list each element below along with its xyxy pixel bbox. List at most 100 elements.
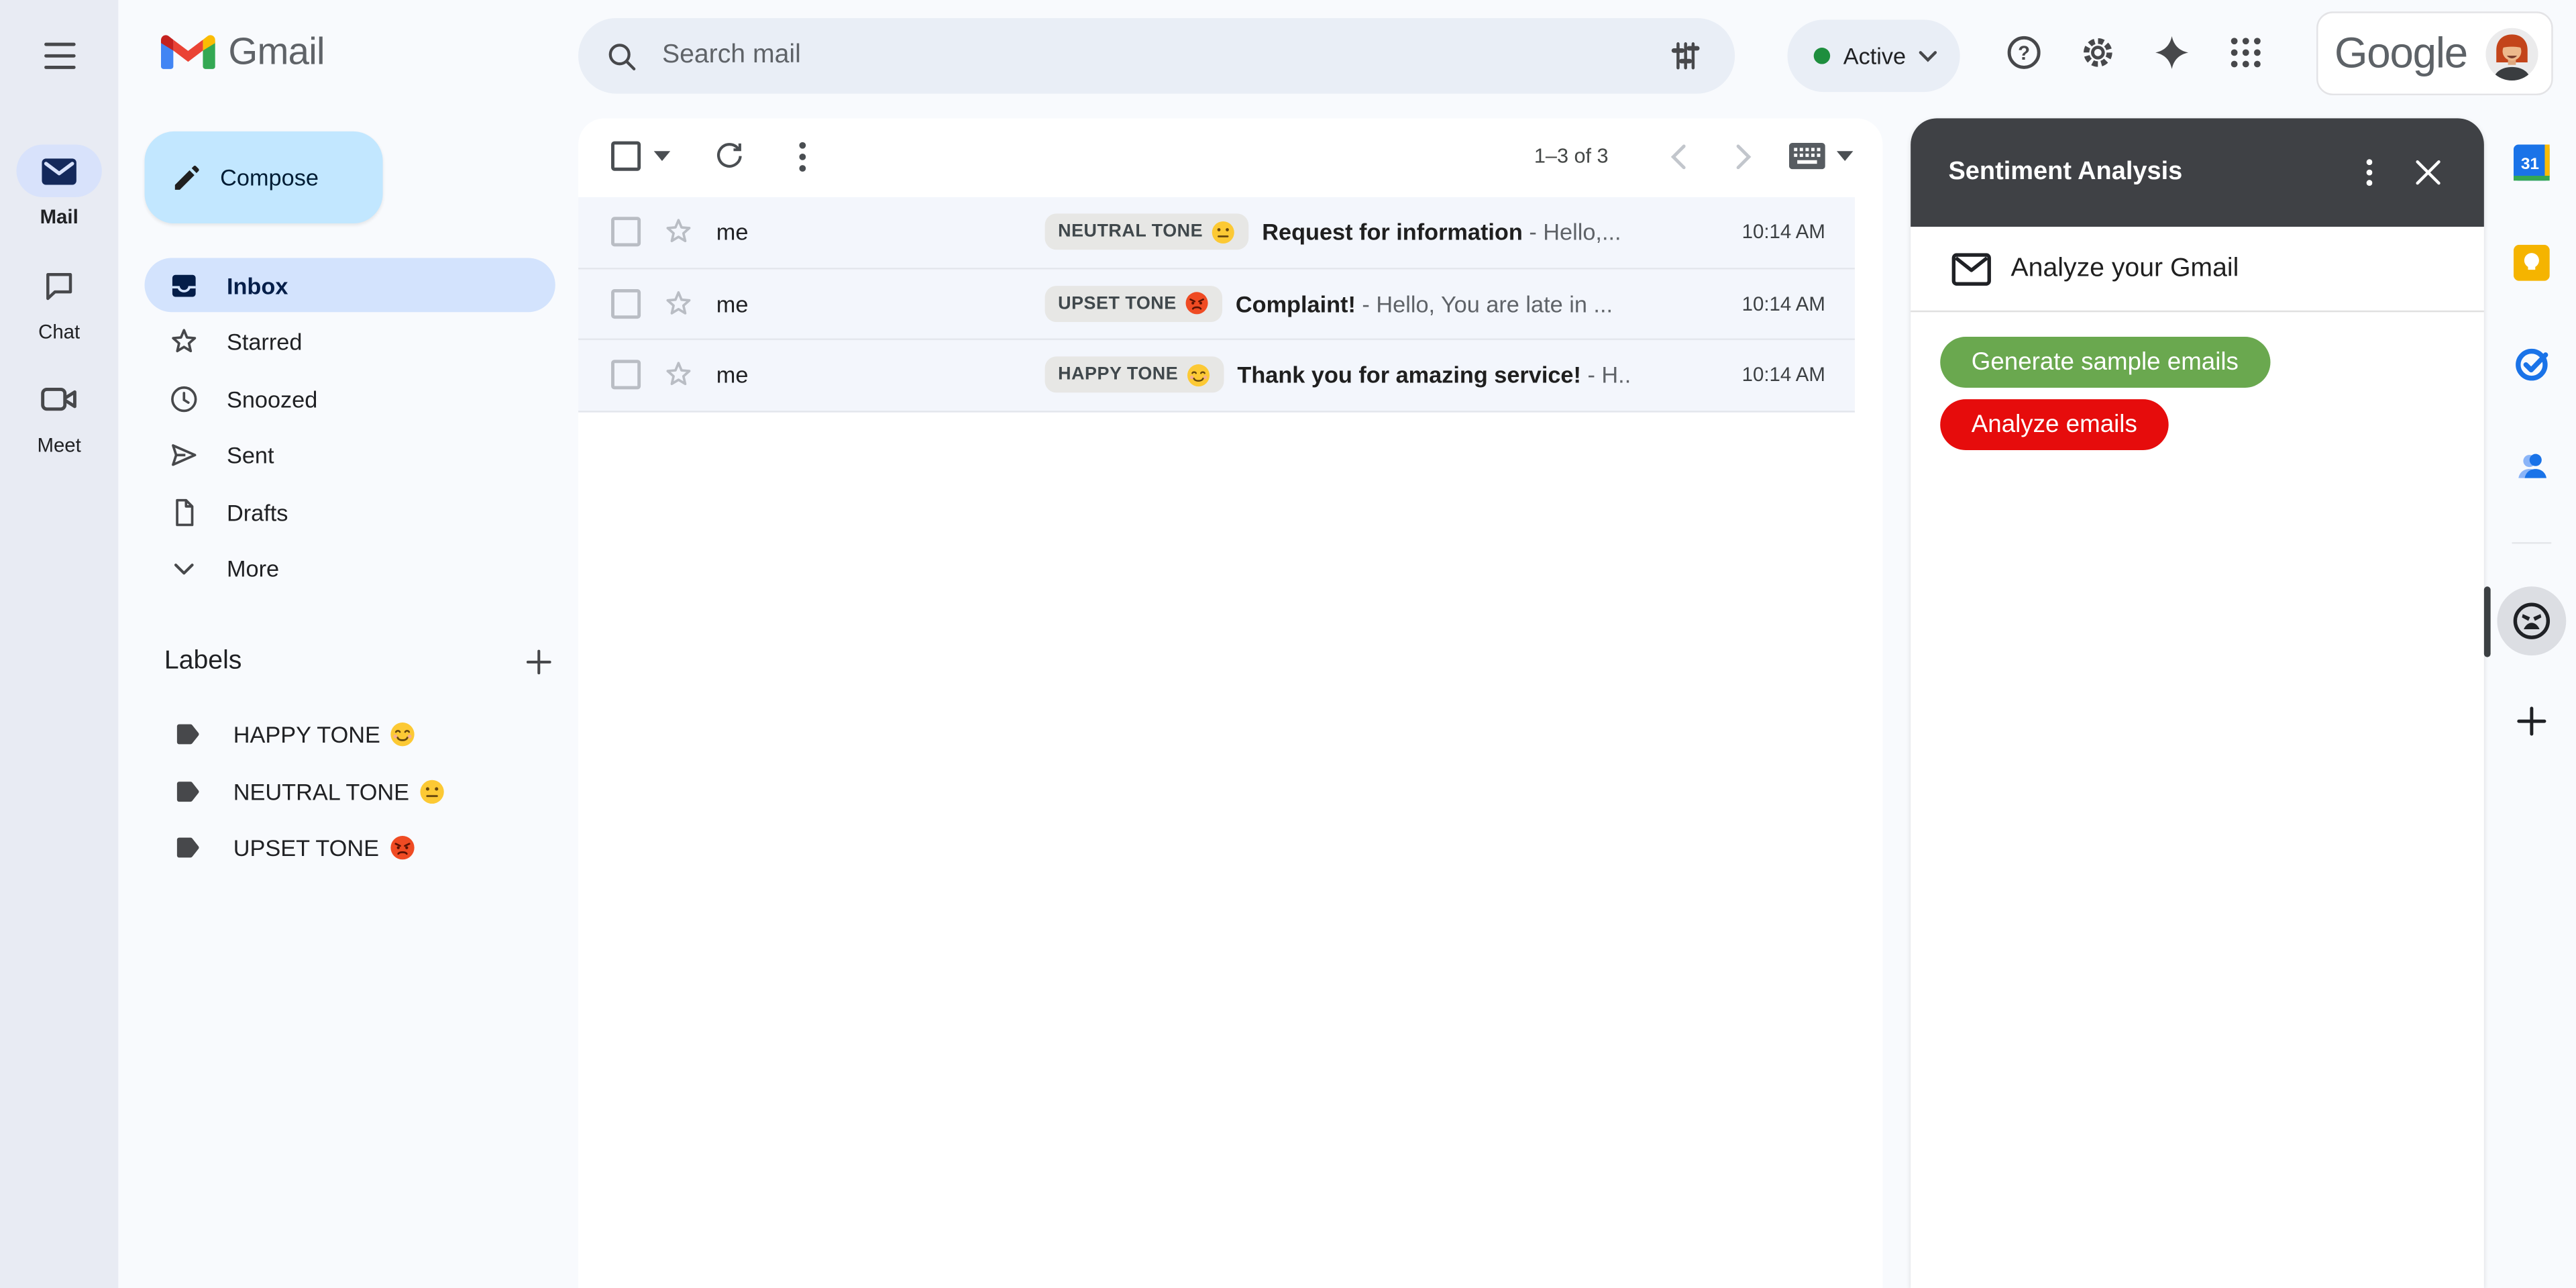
analyze-button-label: Analyze emails xyxy=(1972,410,2137,438)
help-glyph: ? xyxy=(2018,42,2030,64)
gmail-m-icon xyxy=(161,32,215,72)
sentiment-addon-button[interactable] xyxy=(2497,586,2566,655)
upset-face-addon-icon xyxy=(2510,600,2553,643)
status-dot xyxy=(1814,48,1830,64)
calendar-glyph: 31 xyxy=(2521,155,2539,173)
keep-addon-button[interactable] xyxy=(2496,227,2568,299)
generate-sample-emails-button[interactable]: Generate sample emails xyxy=(1940,337,2269,388)
star-icon[interactable] xyxy=(662,358,695,391)
input-tools-button[interactable] xyxy=(1789,143,1854,169)
email-rows: me NEUTRAL TONE Request for information … xyxy=(578,197,1855,412)
compose-button[interactable]: Compose xyxy=(145,131,383,223)
email-snippet: - Hello, You are late in ... xyxy=(1362,290,1613,317)
older-page-button[interactable] xyxy=(1710,123,1776,189)
list-toolbar: 1–3 of 3 xyxy=(578,118,1882,194)
search-options-button[interactable] xyxy=(1653,23,1719,89)
sidebar-label-starred: Starred xyxy=(227,329,302,355)
apps-grid-icon xyxy=(2228,34,2264,70)
gmail-logo[interactable]: Gmail xyxy=(161,30,325,74)
close-icon xyxy=(2415,160,2441,186)
draft-file-icon xyxy=(168,495,201,528)
panel-close-button[interactable] xyxy=(2399,143,2458,202)
email-sender: me xyxy=(716,290,1045,317)
tasks-addon-button[interactable] xyxy=(2496,327,2568,399)
help-button[interactable]: ? xyxy=(1991,19,2057,85)
star-icon[interactable] xyxy=(662,287,695,320)
rail-item-meet[interactable]: Meet xyxy=(0,373,118,457)
label-item-neutral-tone[interactable]: NEUTRAL TONE xyxy=(145,763,555,819)
happy-face-icon xyxy=(1186,363,1211,388)
rail-item-mail[interactable]: Mail xyxy=(0,145,118,229)
contacts-addon-button[interactable] xyxy=(2496,427,2568,500)
email-sender: me xyxy=(716,362,1045,388)
gmail-window: Mail Chat Meet Gmail xyxy=(0,0,2576,1288)
three-dot-vertical-icon xyxy=(2365,158,2373,187)
google-apps-button[interactable] xyxy=(2213,19,2279,85)
rail-item-chat[interactable]: Chat xyxy=(0,260,118,343)
tune-icon xyxy=(1668,38,1704,74)
panel-header: Sentiment Analysis xyxy=(1911,118,2484,227)
plus-icon xyxy=(2514,703,2550,739)
labels-title: Labels xyxy=(164,647,241,677)
more-options-button[interactable] xyxy=(769,123,835,189)
star-icon[interactable] xyxy=(662,215,695,248)
google-account-chip[interactable]: Google xyxy=(2316,11,2553,95)
happy-face-icon xyxy=(390,721,417,747)
sidebar-item-inbox[interactable]: Inbox xyxy=(145,258,555,312)
contacts-icon xyxy=(2513,446,2551,480)
pagination-range: 1–3 of 3 xyxy=(1534,145,1609,168)
sidebar-item-snoozed[interactable]: Snoozed xyxy=(145,371,555,425)
refresh-button[interactable] xyxy=(696,123,762,189)
panel-title: Sentiment Analysis xyxy=(1948,158,2339,187)
topbar-icons: ? xyxy=(1991,19,2279,85)
row-checkbox[interactable] xyxy=(611,217,641,247)
sidebar-label-snoozed: Snoozed xyxy=(227,385,317,411)
sidebar-label-sent: Sent xyxy=(227,442,274,468)
tone-chip-text: HAPPY TONE xyxy=(1058,365,1178,384)
sidebar-item-drafts[interactable]: Drafts xyxy=(145,484,555,539)
email-snippet: - Hello,... xyxy=(1529,219,1621,245)
email-row[interactable]: me UPSET TONE Complaint! - Hello, You ar… xyxy=(578,268,1855,340)
gemini-button[interactable] xyxy=(2139,19,2205,85)
email-row[interactable]: me NEUTRAL TONE Request for information … xyxy=(578,197,1855,269)
label-tag-icon xyxy=(171,831,204,864)
email-snippet: - H.. xyxy=(1587,362,1631,388)
select-all-checkbox[interactable] xyxy=(611,142,641,171)
status-selector[interactable]: Active xyxy=(1787,19,1960,92)
sidebar-item-sent[interactable]: Sent xyxy=(145,428,555,482)
sidebar-item-more[interactable]: More xyxy=(145,541,555,596)
meet-pill xyxy=(16,373,101,425)
avatar[interactable] xyxy=(2485,27,2538,79)
tone-chip: HAPPY TONE xyxy=(1045,357,1224,393)
label-item-upset-tone[interactable]: UPSET TONE xyxy=(145,820,555,875)
keep-icon xyxy=(2514,245,2550,281)
label-text: NEUTRAL TONE xyxy=(233,778,409,804)
status-label: Active xyxy=(1843,43,1906,69)
sidebar-label-drafts: Drafts xyxy=(227,498,288,525)
email-subject: Complaint! xyxy=(1236,290,1356,317)
get-addons-button[interactable] xyxy=(2496,685,2568,757)
label-item-happy-tone[interactable]: HAPPY TONE xyxy=(145,706,555,762)
settings-button[interactable] xyxy=(2065,19,2131,85)
gmail-wordmark: Gmail xyxy=(228,30,324,74)
analyze-emails-button[interactable]: Analyze emails xyxy=(1940,398,2168,449)
rail-label-mail: Mail xyxy=(40,205,78,228)
row-checkbox[interactable] xyxy=(611,360,641,390)
select-dropdown-caret[interactable] xyxy=(654,151,670,161)
add-label-button[interactable] xyxy=(523,645,555,678)
row-checkbox[interactable] xyxy=(611,288,641,318)
strip-divider xyxy=(2512,542,2551,543)
email-time: 10:14 AM xyxy=(1742,292,1825,315)
sidebar-item-starred[interactable]: Starred xyxy=(145,315,555,369)
panel-menu-button[interactable] xyxy=(2339,143,2398,202)
search-input[interactable] xyxy=(659,40,1653,72)
calendar-addon-button[interactable]: 31 xyxy=(2496,127,2568,199)
newer-page-button[interactable] xyxy=(1644,123,1710,189)
main-menu-button[interactable] xyxy=(26,23,92,89)
keyboard-icon xyxy=(1789,143,1825,169)
tone-chip: NEUTRAL TONE xyxy=(1045,214,1249,250)
search-bar[interactable] xyxy=(578,18,1735,94)
rail-label-meet: Meet xyxy=(37,434,80,457)
compose-label: Compose xyxy=(220,164,319,191)
email-row[interactable]: me HAPPY TONE Thank you for amazing serv… xyxy=(578,340,1855,412)
